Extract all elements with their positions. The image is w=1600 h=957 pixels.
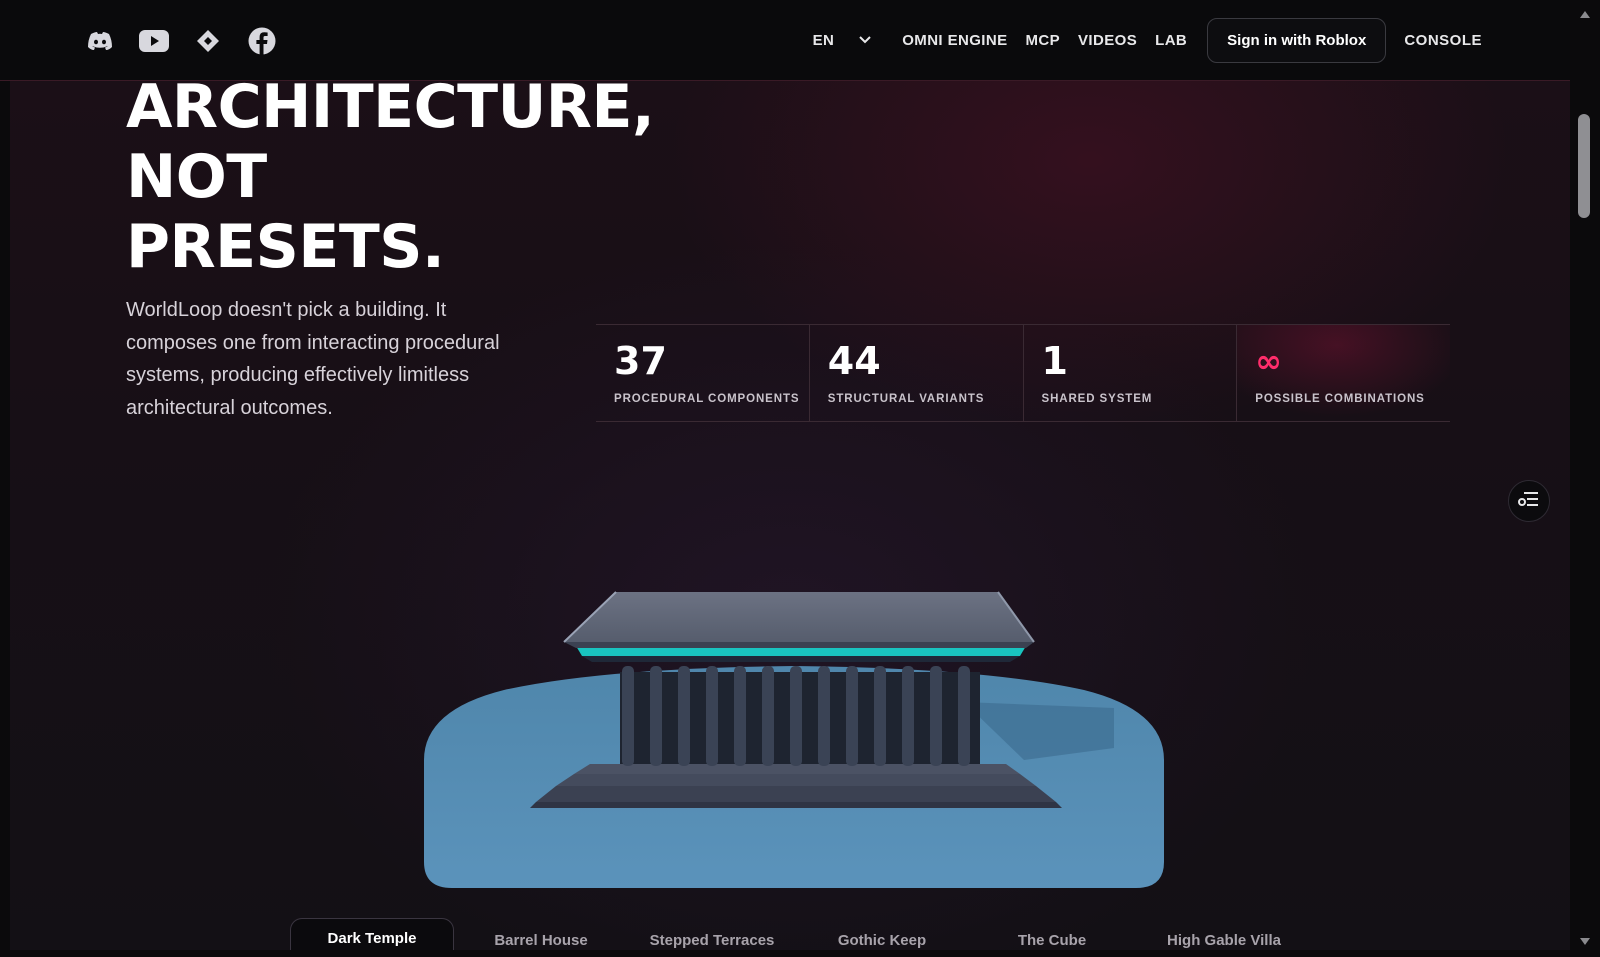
- temple-column: [706, 666, 718, 766]
- headline-line-1: ARCHITECTURE,: [126, 72, 655, 142]
- intro-paragraph: WorldLoop doesn't pick a building. It co…: [126, 299, 500, 419]
- nav-lab[interactable]: LAB: [1155, 32, 1187, 49]
- temple-column: [678, 666, 690, 766]
- main-nav: EN OMNI ENGINE MCP VIDEOS LAB Sign in wi…: [813, 16, 1482, 64]
- stat-shared-system: 1 SHARED SYSTEM: [1022, 325, 1237, 421]
- stat-label: STRUCTURAL VARIANTS: [827, 393, 985, 405]
- page-title: ARCHITECTURE, NOT PRESETS.: [126, 72, 655, 282]
- stat-value: ∞: [1255, 342, 1282, 380]
- temple-column: [818, 666, 830, 766]
- tab-the-cube[interactable]: The Cube: [968, 926, 1136, 950]
- tab-barrel-house[interactable]: Barrel House: [454, 926, 628, 950]
- scroll-thumb[interactable]: [1578, 114, 1590, 218]
- temple-column: [622, 666, 634, 766]
- social-links: [84, 26, 278, 56]
- stats-panel: 37 PROCEDURAL COMPONENTS 44 STRUCTURAL V…: [596, 324, 1450, 422]
- youtube-icon[interactable]: [138, 26, 170, 56]
- stat-value: 44: [827, 339, 881, 383]
- tab-stepped-terraces[interactable]: Stepped Terraces: [628, 926, 796, 950]
- scroll-up-arrow[interactable]: [1580, 11, 1590, 18]
- nav-omni-engine[interactable]: OMNI ENGINE: [902, 32, 1007, 49]
- discord-icon[interactable]: [84, 26, 116, 56]
- diamond-icon[interactable]: [192, 26, 224, 56]
- filter-settings-button[interactable]: [1508, 480, 1550, 522]
- stat-procedural-components: 37 PROCEDURAL COMPONENTS: [596, 325, 809, 421]
- temple-column: [734, 666, 746, 766]
- chevron-down-icon: [858, 31, 872, 49]
- temple-column: [930, 666, 942, 766]
- top-navigation: EN OMNI ENGINE MCP VIDEOS LAB Sign in wi…: [0, 0, 1580, 81]
- temple-column: [762, 666, 774, 766]
- building-3d-viewport[interactable]: [424, 590, 1174, 910]
- temple-column: [874, 666, 886, 766]
- stat-label: SHARED SYSTEM: [1041, 393, 1153, 405]
- filter-icon: [1518, 490, 1540, 513]
- tab-gothic-keep[interactable]: Gothic Keep: [796, 926, 968, 950]
- language-selector[interactable]: EN: [813, 31, 873, 49]
- stat-value: 1: [1041, 339, 1068, 383]
- temple-column: [846, 666, 858, 766]
- tab-dark-temple[interactable]: Dark Temple: [290, 918, 454, 950]
- stat-label: PROCEDURAL COMPONENTS: [614, 393, 800, 405]
- stat-label: POSSIBLE COMBINATIONS: [1255, 393, 1425, 405]
- page-scrollbar[interactable]: [1570, 0, 1600, 957]
- headline-line-3: PRESETS.: [126, 212, 445, 282]
- tab-high-gable-villa[interactable]: High Gable Villa: [1136, 926, 1312, 950]
- nav-console[interactable]: CONSOLE: [1404, 32, 1482, 49]
- temple-column: [958, 666, 970, 766]
- temple-column: [790, 666, 802, 766]
- stat-possible-combinations: ∞ POSSIBLE COMBINATIONS: [1236, 325, 1450, 421]
- language-label: EN: [812, 31, 835, 49]
- building-tabs: Dark Temple Barrel House Stepped Terrace…: [290, 918, 1312, 950]
- headline-line-2: NOT: [126, 142, 267, 212]
- temple-column: [650, 666, 662, 766]
- facebook-icon[interactable]: [246, 26, 278, 56]
- stat-structural-variants: 44 STRUCTURAL VARIANTS: [808, 325, 1023, 421]
- sign-in-roblox-button[interactable]: Sign in with Roblox: [1207, 17, 1387, 63]
- nav-videos[interactable]: VIDEOS: [1078, 32, 1137, 49]
- dark-temple-model: [424, 591, 1164, 888]
- page-background: ARCHITECTURE, NOT PRESETS. WorldLoop doe…: [10, 0, 1570, 950]
- scroll-down-arrow[interactable]: [1580, 938, 1590, 945]
- temple-column: [902, 666, 914, 766]
- nav-mcp[interactable]: MCP: [1025, 32, 1060, 49]
- stat-value: 37: [614, 339, 667, 383]
